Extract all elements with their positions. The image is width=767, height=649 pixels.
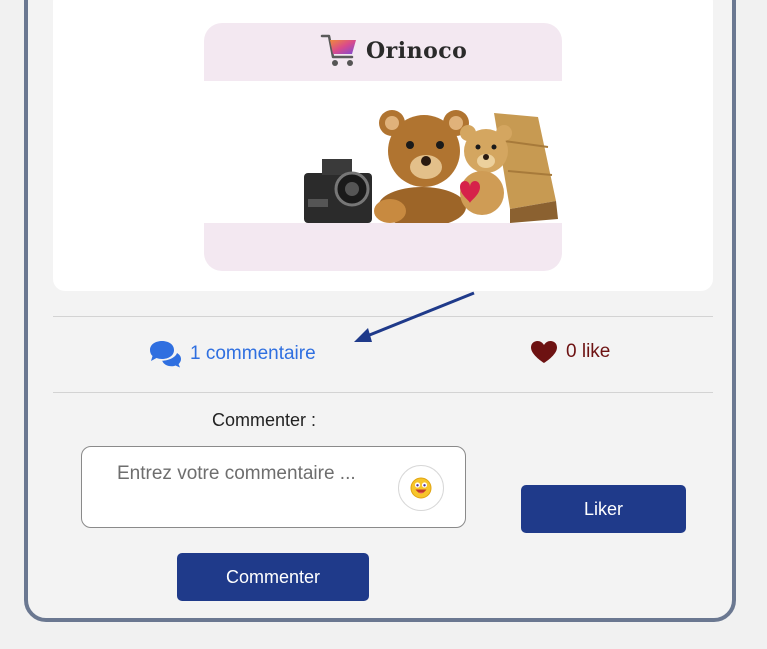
comments-icon bbox=[150, 341, 181, 368]
heart-icon bbox=[531, 341, 557, 363]
submit-comment-button[interactable]: Commenter bbox=[177, 553, 369, 601]
comment-input[interactable]: Entrez votre commentaire ... bbox=[81, 446, 466, 528]
comment-input-placeholder: Entrez votre commentaire ... bbox=[117, 463, 356, 484]
like-button[interactable]: Liker bbox=[521, 485, 686, 533]
comment-form-label: Commenter : bbox=[212, 410, 317, 430]
comments-count-link[interactable]: 1 commentaire bbox=[148, 340, 316, 368]
divider-bottom bbox=[53, 392, 713, 393]
emoji-picker-button[interactable] bbox=[398, 465, 444, 511]
annotation-arrow bbox=[354, 291, 475, 342]
comments-count-label: 1 commentaire bbox=[190, 343, 316, 364]
likes-count-label: 0 like bbox=[566, 341, 611, 362]
likes-count: 0 like bbox=[530, 340, 610, 364]
emoji-icon bbox=[410, 477, 432, 499]
